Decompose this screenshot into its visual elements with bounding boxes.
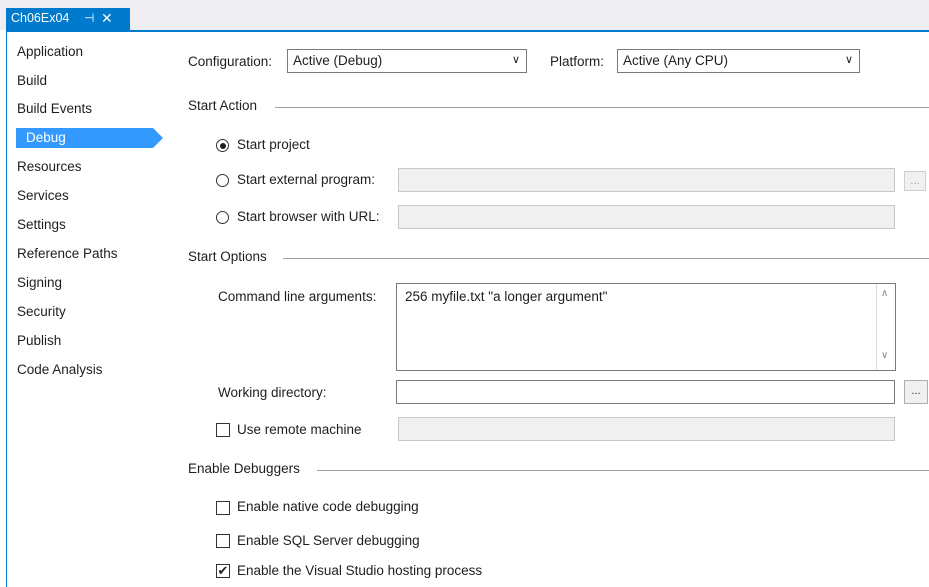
browser-url-field	[398, 205, 895, 229]
start-external-program-label: Start external program:	[237, 172, 376, 187]
start-project-radio[interactable]	[216, 139, 229, 152]
platform-dropdown[interactable]: Active (Any CPU) ∨	[617, 49, 860, 73]
start-action-heading: Start Action	[188, 98, 258, 113]
platform-label: Platform:	[550, 54, 605, 69]
configuration-value: Active (Debug)	[293, 53, 383, 68]
working-directory-label: Working directory:	[218, 385, 327, 400]
close-icon[interactable]: ✕	[101, 10, 113, 27]
sql-server-debugging-label: Enable SQL Server debugging	[237, 533, 420, 548]
configuration-label: Configuration:	[188, 54, 273, 69]
sidebar-item-build[interactable]: Build	[17, 71, 157, 91]
platform-value: Active (Any CPU)	[623, 53, 729, 68]
sidebar-item-reference-paths[interactable]: Reference Paths	[17, 244, 157, 264]
sidebar-item-debug[interactable]: Debug	[16, 128, 153, 148]
sidebar-item-settings[interactable]: Settings	[17, 215, 157, 235]
browse-external-button: ...	[904, 171, 926, 191]
configuration-dropdown[interactable]: Active (Debug) ∨	[287, 49, 527, 73]
start-project-label: Start project	[237, 137, 310, 152]
start-options-heading: Start Options	[188, 249, 267, 264]
command-line-arguments-label: Command line arguments:	[218, 289, 377, 304]
working-directory-field[interactable]	[396, 380, 895, 404]
command-line-arguments-value: 256 myfile.txt "a longer argument"	[405, 289, 608, 304]
start-browser-label: Start browser with URL:	[237, 209, 380, 224]
section-divider	[275, 107, 929, 108]
chevron-down-icon: ∨	[511, 54, 520, 66]
native-code-debugging-label: Enable native code debugging	[237, 499, 419, 514]
sidebar-item-code-analysis[interactable]: Code Analysis	[17, 360, 157, 380]
tab-underline	[6, 30, 929, 32]
start-browser-radio[interactable]	[216, 211, 229, 224]
command-line-arguments-textarea[interactable]: 256 myfile.txt "a longer argument" ∧ ∨	[396, 283, 896, 371]
hosting-process-label: Enable the Visual Studio hosting process	[237, 563, 483, 578]
chevron-down-icon: ∨	[844, 54, 853, 66]
scroll-down-icon[interactable]: ∨	[881, 350, 888, 361]
external-program-field	[398, 168, 895, 192]
document-tab[interactable]: Ch06Ex04 ⊣ ✕	[6, 8, 130, 30]
start-external-program-radio[interactable]	[216, 174, 229, 187]
pin-icon[interactable]: ⊣	[84, 11, 94, 25]
scroll-up-icon[interactable]: ∧	[881, 288, 888, 299]
frame-border	[6, 30, 7, 587]
use-remote-machine-checkbox[interactable]	[216, 423, 230, 437]
sql-server-debugging-checkbox[interactable]	[216, 534, 230, 548]
selection-pointer	[153, 128, 163, 148]
remote-machine-field	[398, 417, 895, 441]
section-divider	[317, 470, 929, 471]
document-tab-strip	[0, 0, 929, 30]
use-remote-machine-label: Use remote machine	[237, 422, 362, 437]
sidebar-item-application[interactable]: Application	[17, 42, 157, 62]
native-code-debugging-checkbox[interactable]	[216, 501, 230, 515]
enable-debuggers-heading: Enable Debuggers	[188, 461, 300, 476]
sidebar-item-signing[interactable]: Signing	[17, 273, 157, 293]
sidebar-item-resources[interactable]: Resources	[17, 157, 157, 177]
document-tab-title: Ch06Ex04	[11, 11, 70, 25]
section-divider	[283, 258, 929, 259]
sidebar-item-build-events[interactable]: Build Events	[17, 99, 157, 119]
hosting-process-checkbox[interactable]: ✔	[216, 564, 230, 578]
sidebar-item-security[interactable]: Security	[17, 302, 157, 322]
sidebar-item-publish[interactable]: Publish	[17, 331, 157, 351]
sidebar-item-services[interactable]: Services	[17, 186, 157, 206]
browse-working-directory-button[interactable]: ...	[904, 380, 928, 404]
textarea-scrollbar[interactable]: ∧ ∨	[876, 284, 895, 370]
